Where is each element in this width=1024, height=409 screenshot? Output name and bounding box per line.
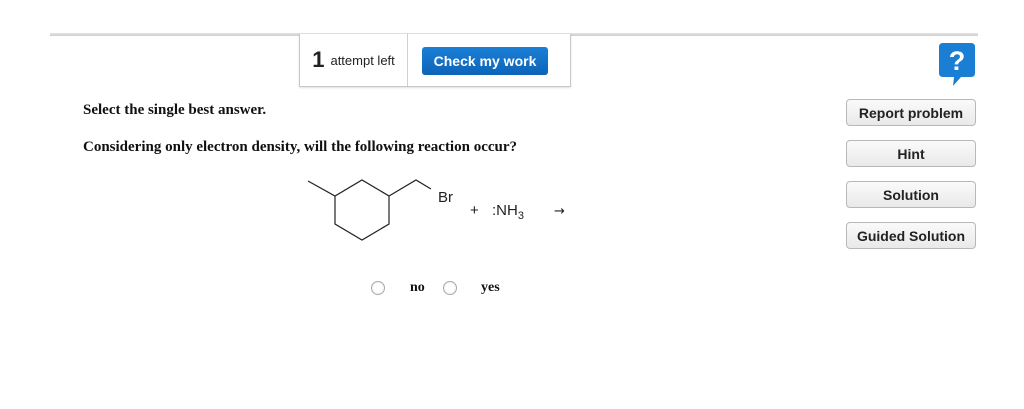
instruction-text: Select the single best answer. <box>83 102 267 118</box>
guided-solution-button[interactable]: Guided Solution <box>846 222 976 249</box>
hint-button[interactable]: Hint <box>846 140 976 167</box>
bromine-label: Br <box>438 189 453 206</box>
option-no-radio[interactable] <box>371 281 385 295</box>
reaction-arrow: → <box>554 204 565 219</box>
ammonia-subscript: 3 <box>518 210 524 222</box>
question-prompt: Considering only electron density, will … <box>83 139 518 155</box>
attempt-bar: 1 attempt left Check my work <box>299 34 571 87</box>
attempts-label: attempt left <box>330 52 395 68</box>
report-problem-button[interactable]: Report problem <box>846 99 976 126</box>
ammonia-label: :NH3 <box>492 202 524 222</box>
check-my-work-button[interactable]: Check my work <box>422 47 548 75</box>
attempts-remaining: 1 attempt left <box>300 34 408 86</box>
solution-button[interactable]: Solution <box>846 181 976 208</box>
cyclohexane-ring <box>307 179 432 241</box>
help-icon[interactable]: ? <box>939 43 975 87</box>
option-no-label: no <box>410 280 425 295</box>
ammonia-prefix: :NH <box>492 202 518 219</box>
reaction-structure: Br + :NH3 → <box>307 179 565 241</box>
attempts-count: 1 <box>312 47 325 72</box>
option-yes-radio[interactable] <box>443 281 457 295</box>
help-glyph: ? <box>949 46 966 76</box>
option-yes-label: yes <box>481 280 500 295</box>
plus-sign: + <box>470 202 479 219</box>
